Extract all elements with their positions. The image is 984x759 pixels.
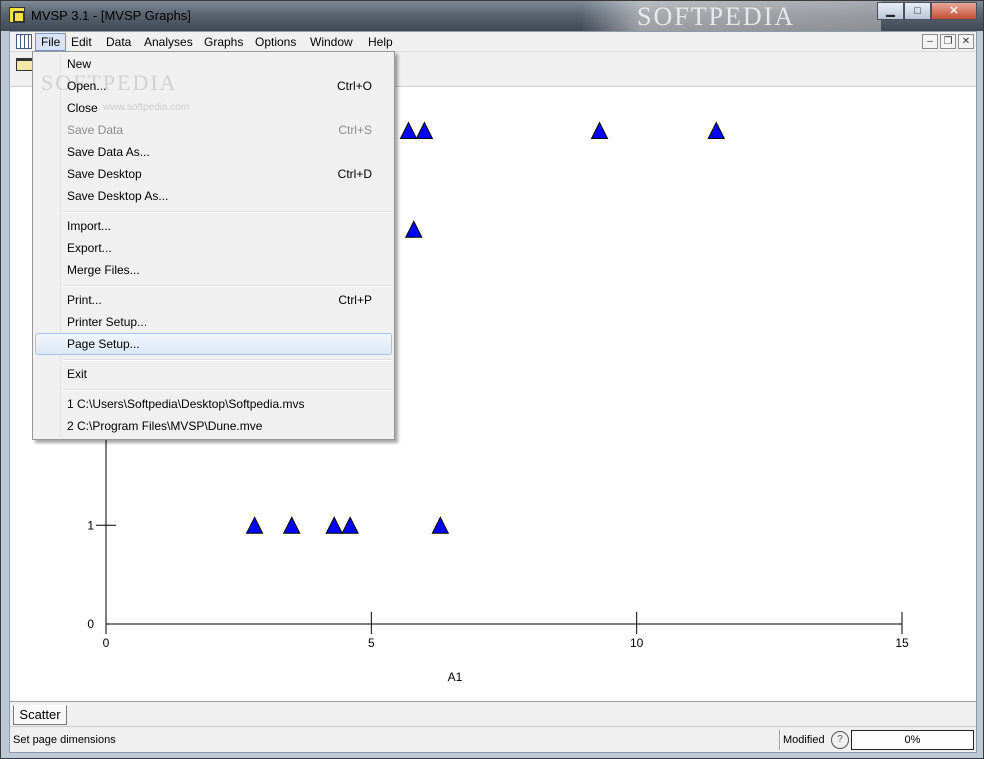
data-point-triangle: [431, 516, 450, 534]
menu-separator: [63, 389, 392, 391]
x-axis-label: A1: [448, 670, 463, 684]
file-menu-dropdown: SOFTPEDIA www.softpedia.com New Open... C…: [32, 51, 395, 440]
sheet-tab-strip: Scatter: [10, 701, 976, 725]
menu-item-new[interactable]: New: [35, 53, 392, 75]
minimize-button[interactable]: ▁: [877, 2, 904, 20]
menu-item-recent-1[interactable]: 1 C:\Users\Softpedia\Desktop\Softpedia.m…: [35, 393, 392, 415]
maximize-button[interactable]: □: [904, 2, 931, 20]
status-divider: [779, 730, 781, 750]
x-tick-label: 15: [895, 636, 909, 650]
data-point-triangle: [707, 121, 726, 139]
menu-item-export[interactable]: Export...: [35, 237, 392, 259]
menu-item-save-desktop[interactable]: Save Desktop Ctrl+D: [35, 163, 392, 185]
menu-item-recent-2[interactable]: 2 C:\Program Files\MVSP\Dune.mve: [35, 415, 392, 437]
data-point-triangle: [590, 121, 609, 139]
data-point-triangle: [415, 121, 434, 139]
menu-item-exit[interactable]: Exit: [35, 363, 392, 385]
menu-graphs[interactable]: Graphs: [199, 33, 248, 51]
menu-data[interactable]: Data: [101, 33, 136, 51]
menu-item-print[interactable]: Print... Ctrl+P: [35, 289, 392, 311]
data-point-triangle: [245, 516, 264, 534]
menu-item-merge-files[interactable]: Merge Files...: [35, 259, 392, 281]
menu-item-save-data: Save Data Ctrl+S: [67, 123, 372, 137]
menu-edit[interactable]: Edit: [66, 33, 97, 51]
menu-help[interactable]: Help: [363, 33, 398, 51]
menu-item-open[interactable]: Open... Ctrl+O: [35, 75, 392, 97]
progress-label: 0%: [904, 734, 921, 746]
x-tick-label: 0: [103, 636, 110, 650]
app-icon[interactable]: [9, 7, 25, 23]
menu-separator: [63, 211, 392, 213]
data-point-triangle: [404, 220, 423, 238]
menu-item-save-data-as[interactable]: Save Data As...: [35, 141, 392, 163]
status-bar: Set page dimensions Modified ? 0%: [10, 726, 976, 752]
tab-scatter[interactable]: Scatter: [13, 705, 67, 725]
menu-item-import[interactable]: Import...: [35, 215, 392, 237]
menu-item-page-setup[interactable]: Page Setup...: [35, 333, 392, 355]
menu-item-close[interactable]: Close: [35, 97, 392, 119]
menu-item-printer-setup[interactable]: Printer Setup...: [35, 311, 392, 333]
document-icon[interactable]: [16, 34, 32, 49]
progress-bar: 0%: [851, 730, 974, 750]
menu-separator: [63, 359, 392, 361]
mdi-close-button[interactable]: ✕: [958, 34, 974, 49]
data-point-triangle: [341, 516, 359, 534]
status-modified: Modified: [783, 734, 825, 746]
menu-bar: File Edit Data Analyses Graphs Options W…: [10, 32, 976, 52]
mdi-minimize-button[interactable]: –: [922, 34, 938, 49]
help-pointer-icon: ?: [831, 731, 849, 749]
open-folder-icon[interactable]: [16, 58, 33, 71]
x-tick-label: 5: [368, 636, 375, 650]
y-tick-label: 1: [87, 518, 94, 532]
window-title: MVSP 3.1 - [MVSP Graphs]: [31, 8, 191, 23]
menu-window[interactable]: Window: [305, 33, 358, 51]
data-point-triangle: [399, 121, 418, 139]
title-watermark-text: SOFTPEDIA: [637, 2, 796, 31]
data-point-triangle: [282, 516, 301, 534]
x-tick-label: 10: [630, 636, 644, 650]
status-message: Set page dimensions: [13, 734, 116, 746]
title-bar[interactable]: SOFTPEDIA MVSP 3.1 - [MVSP Graphs] ▁ □ ✕: [1, 1, 983, 31]
menu-options[interactable]: Options: [250, 33, 301, 51]
menu-separator: [63, 285, 392, 287]
app-window: SOFTPEDIA MVSP 3.1 - [MVSP Graphs] ▁ □ ✕…: [0, 0, 984, 759]
menu-file[interactable]: File: [35, 33, 67, 51]
close-button[interactable]: ✕: [931, 2, 977, 20]
menu-analyses[interactable]: Analyses: [139, 33, 198, 51]
y-tick-label: 0: [87, 617, 94, 631]
menu-item-save-desktop-as[interactable]: Save Desktop As...: [35, 185, 392, 207]
data-point-triangle: [325, 516, 343, 534]
mdi-restore-button[interactable]: ❐: [940, 34, 956, 49]
